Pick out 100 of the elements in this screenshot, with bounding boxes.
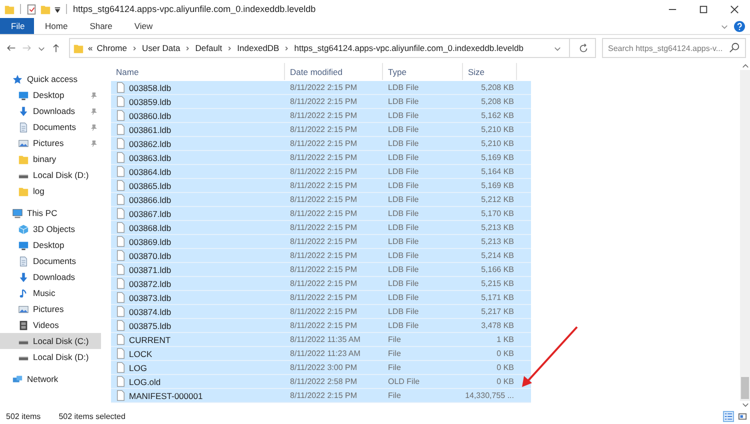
sidebar-item[interactable]: Pictures <box>0 301 101 317</box>
chevron-down-icon[interactable] <box>554 44 561 52</box>
scroll-up-icon[interactable] <box>742 63 748 70</box>
file-row[interactable]: 003866.ldb 8/11/2022 2:15 PM LDB File 5,212 KB <box>111 193 531 207</box>
file-row[interactable]: 003874.ldb 8/11/2022 2:15 PM LDB File 5,217 KB <box>111 305 531 319</box>
ribbon-tab[interactable]: Home <box>34 18 79 34</box>
file-row[interactable]: LOG 8/11/2022 3:00 PM File 0 KB <box>111 361 531 375</box>
file-row[interactable]: 003868.ldb 8/11/2022 2:15 PM LDB File 5,213 KB <box>111 221 531 235</box>
search-field[interactable]: Search https_stg64124.apps-v... <box>602 38 746 58</box>
file-name: 003868.ldb <box>129 222 172 232</box>
file-row[interactable]: 003861.ldb 8/11/2022 2:15 PM LDB File 5,210 KB <box>111 123 531 137</box>
sidebar-item[interactable]: log <box>0 183 101 199</box>
file-row[interactable]: 003871.ldb 8/11/2022 2:15 PM LDB File 5,166 KB <box>111 263 531 277</box>
file-name: LOG <box>129 362 147 372</box>
file-row[interactable]: 003859.ldb 8/11/2022 2:15 PM LDB File 5,208 KB <box>111 95 531 109</box>
scroll-down-icon[interactable] <box>742 401 748 408</box>
column-header[interactable]: Name <box>111 63 285 80</box>
file-row[interactable]: 003867.ldb 8/11/2022 2:15 PM LDB File 5,170 KB <box>111 207 531 221</box>
date-modified: 8/11/2022 2:15 PM <box>290 111 358 120</box>
help-icon[interactable] <box>734 20 745 32</box>
breadcrumb[interactable]: User Data <box>142 43 180 53</box>
file-size: 5,217 KB <box>481 307 514 316</box>
breadcrumb[interactable]: https_stg64124.apps-vpc.aliyunfile.com_0.indexeddb.leveldb <box>294 43 524 53</box>
breadcrumb[interactable]: Default <box>195 43 222 53</box>
sidebar-item[interactable]: Desktop <box>0 237 101 253</box>
date-modified: 8/11/2022 2:15 PM <box>290 391 358 400</box>
sidebar-item[interactable]: Desktop <box>0 87 101 103</box>
file-row[interactable]: 003869.ldb 8/11/2022 2:15 PM LDB File 5,213 KB <box>111 235 531 249</box>
ribbon-tab[interactable]: View <box>123 18 164 34</box>
sidebar-item[interactable]: Downloads <box>0 269 101 285</box>
date-modified: 8/11/2022 2:15 PM <box>290 139 358 148</box>
chevron-right-icon[interactable] <box>227 44 232 52</box>
sidebar-item[interactable]: Local Disk (D:) <box>0 167 101 183</box>
file-name: MANIFEST-000001 <box>129 390 203 400</box>
properties-icon[interactable] <box>26 4 37 14</box>
file-tab[interactable]: File <box>0 18 34 34</box>
search-icon <box>729 42 740 53</box>
file-type: LDB File <box>388 111 419 120</box>
breadcrumb[interactable]: Chrome <box>96 43 127 53</box>
file-type: LDB File <box>388 167 419 176</box>
file-row[interactable]: 003860.ldb 8/11/2022 2:15 PM LDB File 5,162 KB <box>111 109 531 123</box>
file-size: 5,210 KB <box>481 125 514 134</box>
file-type: LDB File <box>388 195 419 204</box>
sidebar-item[interactable]: Local Disk (C:) <box>0 333 101 349</box>
sidebar-item[interactable]: 3D Objects <box>0 221 101 237</box>
refresh-icon[interactable] <box>578 42 589 54</box>
file-icon <box>116 96 125 107</box>
sidebar-item[interactable]: Documents <box>0 253 101 269</box>
file-row[interactable]: 003873.ldb 8/11/2022 2:15 PM LDB File 5,171 KB <box>111 291 531 305</box>
column-header[interactable]: Date modified <box>285 63 383 80</box>
file-row[interactable]: 003865.ldb 8/11/2022 2:15 PM LDB File 5,169 KB <box>111 179 531 193</box>
date-modified: 8/11/2022 2:15 PM <box>290 181 358 190</box>
sidebar-item[interactable]: Downloads <box>0 103 101 119</box>
chevron-right-icon[interactable] <box>132 44 137 52</box>
file-row[interactable]: 003864.ldb 8/11/2022 2:15 PM LDB File 5,164 KB <box>111 165 531 179</box>
file-row[interactable]: 003870.ldb 8/11/2022 2:15 PM LDB File 5,214 KB <box>111 249 531 263</box>
sidebar-item[interactable]: Music <box>0 285 101 301</box>
chevron-right-icon[interactable] <box>185 44 190 52</box>
sidebar-item[interactable]: Documents <box>0 119 101 135</box>
chevron-down-icon[interactable] <box>38 44 45 52</box>
address-bar[interactable]: « Chrome User Data Default IndexedDB https_stg64124.apps-vpc.aliyunfile.com_0.indexeddb.leveldb <box>69 38 596 58</box>
file-name: 003873.ldb <box>129 292 172 302</box>
file-row[interactable]: 003862.ldb 8/11/2022 2:15 PM LDB File 5,210 KB <box>111 137 531 151</box>
column-header[interactable]: Size <box>463 63 517 80</box>
details-view-icon[interactable] <box>723 410 734 422</box>
file-icon <box>116 362 125 373</box>
sidebar-item[interactable]: Videos <box>0 317 101 333</box>
date-modified: 8/11/2022 2:15 PM <box>290 195 358 204</box>
chevron-down-icon[interactable] <box>721 22 728 30</box>
sidebar-item[interactable]: This PC <box>0 205 101 221</box>
file-row[interactable]: MANIFEST-000001 8/11/2022 2:15 PM File 14,330,755 ... <box>111 389 531 403</box>
item-count: 502 items <box>6 412 41 420</box>
file-row[interactable]: 003872.ldb 8/11/2022 2:15 PM LDB File 5,215 KB <box>111 277 531 291</box>
file-size: 5,215 KB <box>481 279 514 288</box>
file-row[interactable]: 003858.ldb 8/11/2022 2:15 PM LDB File 5,208 KB <box>111 81 531 95</box>
back-arrow-icon[interactable] <box>6 43 16 53</box>
file-row[interactable]: LOG.old 8/11/2022 2:58 PM OLD File 0 KB <box>111 375 531 389</box>
file-row[interactable]: CURRENT 8/11/2022 11:35 AM File 1 KB <box>111 333 531 347</box>
sidebar-item[interactable]: Network <box>0 371 101 387</box>
file-row[interactable]: LOCK 8/11/2022 11:23 AM File 0 KB <box>111 347 531 361</box>
sidebar-item[interactable]: binary <box>0 151 101 167</box>
file-row[interactable]: 003875.ldb 8/11/2022 2:15 PM LDB File 3,478 KB <box>111 319 531 333</box>
overflow-chevron[interactable]: « <box>88 43 93 53</box>
large-icons-view-icon[interactable] <box>737 410 748 422</box>
cube-icon <box>18 224 29 234</box>
file-icon <box>116 390 125 401</box>
ribbon-tab[interactable]: Share <box>78 18 124 34</box>
folder-icon <box>4 4 15 14</box>
sidebar-item[interactable]: Quick access <box>0 71 101 87</box>
dropdown-icon[interactable] <box>54 6 61 12</box>
chevron-right-icon[interactable] <box>284 44 290 52</box>
file-size: 3,478 KB <box>481 321 514 330</box>
column-header[interactable]: Type <box>383 63 463 80</box>
up-arrow-icon[interactable] <box>51 43 61 53</box>
sidebar-item[interactable]: Local Disk (D:) <box>0 349 101 365</box>
breadcrumb[interactable]: IndexedDB <box>237 43 280 53</box>
vertical-scrollbar[interactable] <box>740 63 750 408</box>
scrollbar-thumb[interactable] <box>741 377 749 399</box>
sidebar-item[interactable]: Pictures <box>0 135 101 151</box>
file-row[interactable]: 003863.ldb 8/11/2022 2:15 PM LDB File 5,169 KB <box>111 151 531 165</box>
